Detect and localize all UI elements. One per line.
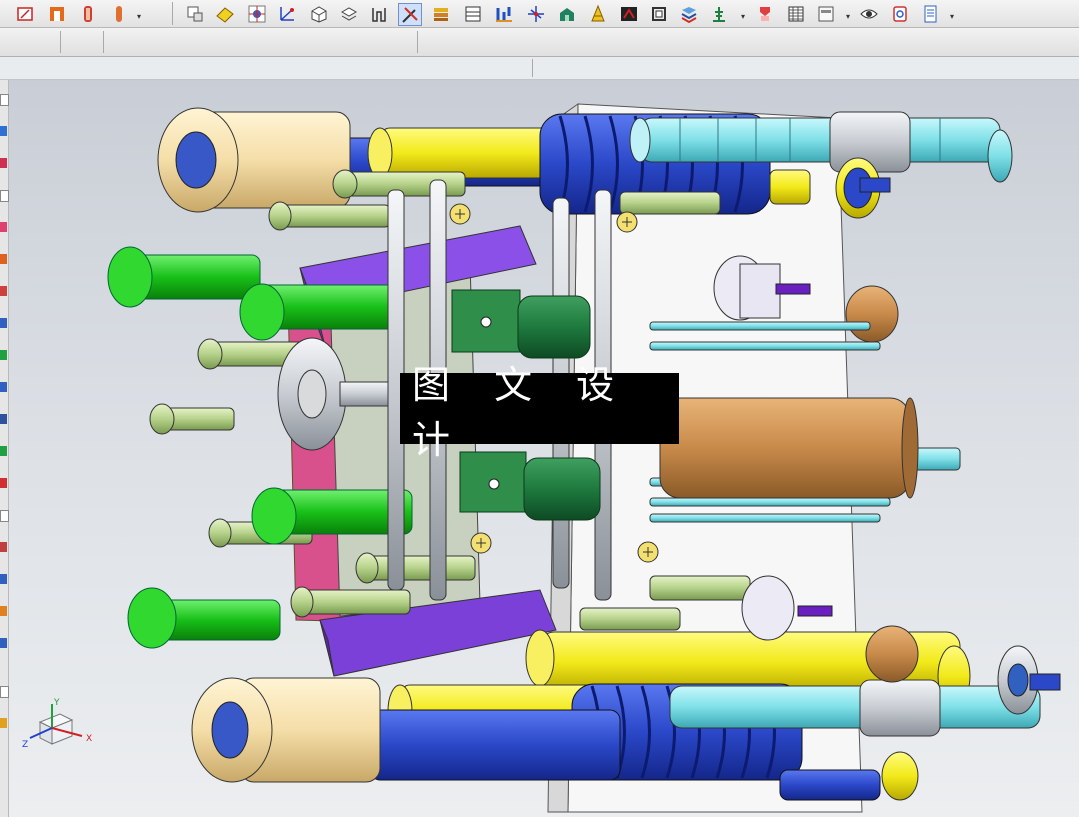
- cube-icon[interactable]: [277, 3, 299, 24]
- resource-tab-icon[interactable]: [0, 94, 9, 106]
- resource-tab-icon[interactable]: [0, 510, 9, 522]
- revolve-icon[interactable]: [108, 3, 130, 24]
- resource-tab-icon[interactable]: [0, 158, 7, 168]
- eye-icon[interactable]: [858, 3, 880, 24]
- chart-icon[interactable]: [462, 3, 484, 24]
- dropdown-arrow-icon[interactable]: ▾: [950, 12, 954, 21]
- triad-axes: [29, 704, 83, 745]
- guide-bushing-bore: [211, 701, 249, 759]
- resource-tab-icon[interactable]: [0, 126, 7, 136]
- hydraulic-cylinder[interactable]: [659, 397, 919, 499]
- locating-ring-inner: [297, 369, 327, 419]
- bracket-icon[interactable]: [338, 3, 360, 24]
- resource-tab-icon[interactable]: [0, 190, 9, 202]
- resource-tab-icon[interactable]: [0, 222, 7, 232]
- view-icon[interactable]: [184, 3, 206, 24]
- resource-tab-icon[interactable]: [0, 382, 7, 392]
- separator: [60, 31, 61, 53]
- film-icon[interactable]: [587, 3, 609, 24]
- separator: [532, 59, 533, 77]
- resource-tab-icon[interactable]: [0, 254, 7, 264]
- secondary-toolbar: ▾: [0, 28, 1079, 82]
- resource-tab-icon[interactable]: [0, 638, 7, 648]
- watermark-label: 图 文 设 计: [400, 363, 679, 462]
- separator: [172, 2, 173, 25]
- resource-tab-icon[interactable]: [0, 318, 7, 328]
- resource-tab-icon[interactable]: [0, 686, 9, 698]
- spacer[interactable]: [741, 575, 795, 641]
- document-icon[interactable]: [815, 3, 837, 24]
- triad-y-label: Y: [54, 698, 60, 708]
- resource-tab-icon[interactable]: [0, 446, 7, 456]
- dropdown-arrow-icon[interactable]: ▾: [846, 12, 850, 21]
- main-toolbar: ▾ ▾ ▾ ▾: [0, 0, 1079, 28]
- resource-tab-icon[interactable]: [0, 542, 7, 552]
- separator: [417, 31, 418, 53]
- table-grid-icon[interactable]: [754, 3, 776, 24]
- extrude-icon[interactable]: [77, 3, 99, 24]
- tools-icon[interactable]: [398, 3, 422, 26]
- guide-pillar[interactable]: [369, 709, 621, 781]
- resource-tab-icon[interactable]: [0, 718, 7, 728]
- slide-core-upper[interactable]: [451, 289, 591, 359]
- status-strip: [0, 57, 1079, 80]
- grid-icon[interactable]: [618, 3, 640, 24]
- refresh-icon[interactable]: [889, 3, 911, 24]
- view-triad[interactable]: Y X Z: [22, 698, 102, 758]
- resource-tab-icon[interactable]: [0, 606, 7, 616]
- separator: [103, 31, 104, 53]
- balance-icon[interactable]: [493, 3, 515, 24]
- resource-tab-icon[interactable]: [0, 414, 7, 424]
- table-icon[interactable]: [214, 3, 236, 24]
- resource-bar: [0, 80, 9, 817]
- drill-icon[interactable]: [708, 3, 730, 24]
- resource-tab-icon[interactable]: [0, 350, 7, 360]
- stack-icon[interactable]: [368, 3, 390, 24]
- shaft: [859, 177, 891, 193]
- triad-z-label: Z: [22, 740, 29, 750]
- box-icon[interactable]: [308, 3, 330, 24]
- orange-ring[interactable]: [845, 285, 899, 343]
- puzzle-icon[interactable]: [678, 3, 700, 24]
- gear-icon[interactable]: [648, 3, 670, 24]
- sketch-icon[interactable]: [14, 3, 36, 24]
- spacer-body: [739, 263, 781, 319]
- dropdown-arrow-icon[interactable]: ▾: [741, 12, 745, 21]
- stop-pin[interactable]: [769, 169, 811, 205]
- stop-pin-head[interactable]: [881, 751, 919, 801]
- return-pin-end: [367, 127, 393, 179]
- wcs-icon[interactable]: [246, 3, 268, 24]
- window-icon[interactable]: [430, 3, 452, 24]
- graphics-viewport[interactable]: 图 文 设 计 Y X Z: [9, 80, 1079, 817]
- panel-icon[interactable]: [785, 3, 807, 24]
- resource-tab-icon[interactable]: [0, 574, 7, 584]
- guide-bushing-bore: [175, 131, 217, 189]
- spacer-pin: [775, 283, 811, 295]
- shaft[interactable]: [779, 769, 881, 801]
- resource-tab-icon[interactable]: [0, 478, 7, 488]
- triad-x-label: X: [86, 734, 93, 744]
- return-pin[interactable]: [379, 127, 561, 179]
- house-icon[interactable]: [525, 3, 547, 24]
- spacer-pin: [797, 605, 833, 617]
- orange-ring[interactable]: [865, 625, 919, 683]
- tower-icon[interactable]: [556, 3, 578, 24]
- document-icon[interactable]: [920, 3, 942, 24]
- resource-tab-icon[interactable]: [0, 286, 7, 296]
- dropdown-arrow-icon[interactable]: ▾: [137, 12, 141, 21]
- solid-icon[interactable]: [46, 3, 68, 24]
